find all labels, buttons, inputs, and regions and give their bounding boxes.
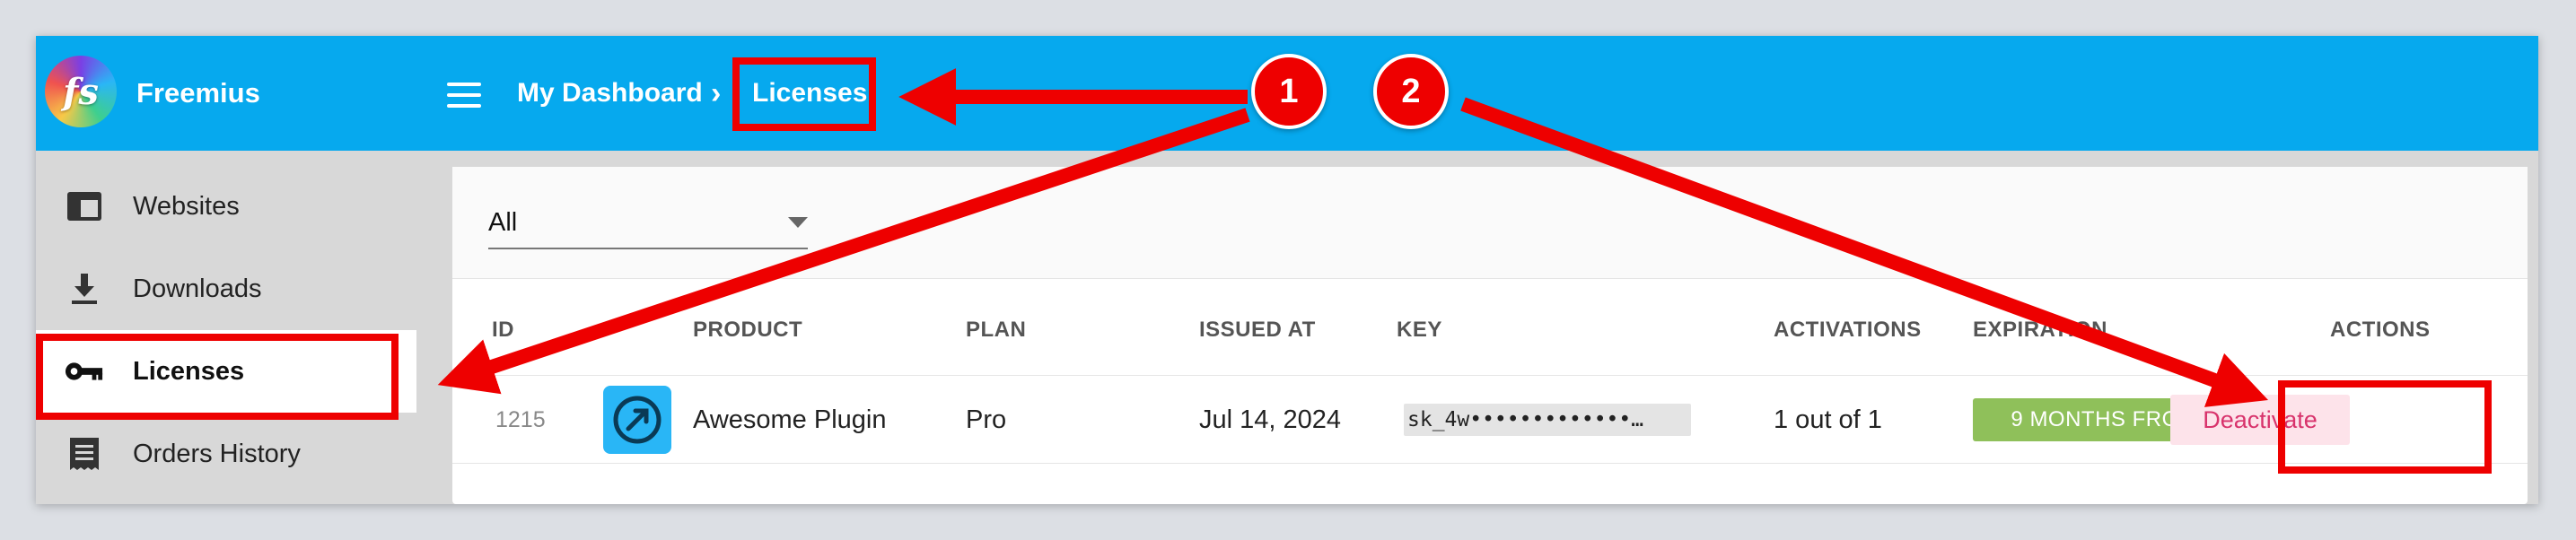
column-header-issued-at: ISSUED AT <box>1199 318 1316 342</box>
sidebar-item-downloads[interactable]: Downloads <box>36 248 416 330</box>
main-content: All ID PRODUCT PLAN ISSUED AT KEY ACTIVA… <box>416 151 2538 504</box>
filter-selected-value: All <box>488 208 518 237</box>
breadcrumb-current: Licenses <box>752 78 868 108</box>
column-header-actions: ACTIONS <box>2330 318 2431 342</box>
download-icon <box>65 269 104 309</box>
sidebar: Websites Downloads Licenses Orders Histo… <box>36 151 416 504</box>
sidebar-item-label: Licenses <box>133 356 245 386</box>
receipt-icon <box>65 434 104 474</box>
callout-1: 1 <box>1251 54 1327 129</box>
issued-date: Jul 14, 2024 <box>1199 405 1342 434</box>
breadcrumb-chevron-icon: › <box>711 75 722 110</box>
sidebar-item-label: Orders History <box>133 439 301 468</box>
sidebar-item-label: Downloads <box>133 274 262 303</box>
deactivate-button[interactable]: Deactivate <box>2170 395 2350 445</box>
website-icon <box>65 187 104 226</box>
table-divider <box>452 375 2528 376</box>
sidebar-item-licenses[interactable]: Licenses <box>36 330 416 413</box>
column-header-key: KEY <box>1397 318 1442 342</box>
license-filter-select[interactable]: All <box>488 203 808 249</box>
filter-bar: All <box>452 167 2528 279</box>
key-icon <box>65 352 104 391</box>
sidebar-item-websites[interactable]: Websites <box>36 165 416 248</box>
caret-down-icon <box>788 217 808 228</box>
activations-count: 1 out of 1 <box>1774 405 1882 434</box>
table-row: 1215 Awesome Plugin Pro Jul 14, 2024 sk_… <box>452 377 2528 463</box>
license-id: 1215 <box>495 406 546 432</box>
column-header-expiration: EXPIRATION <box>1973 318 2107 342</box>
brand-name: Freemius <box>136 77 260 109</box>
column-header-product: PRODUCT <box>693 318 803 342</box>
column-header-id: ID <box>492 318 514 342</box>
sidebar-item-orders-history[interactable]: Orders History <box>36 413 416 495</box>
freemius-logo[interactable]: fs <box>45 56 117 127</box>
breadcrumb-home[interactable]: My Dashboard <box>517 36 703 151</box>
callout-2: 2 <box>1373 54 1449 129</box>
column-header-activations: ACTIVATIONS <box>1774 318 1922 342</box>
license-key[interactable]: sk_4w•••••••••••••… <box>1404 404 1691 436</box>
plan-name: Pro <box>966 405 1007 434</box>
table-divider <box>452 463 2528 464</box>
product-name: Awesome Plugin <box>693 405 887 434</box>
hamburger-menu-icon[interactable] <box>447 83 481 108</box>
logo-text: fs <box>63 70 99 113</box>
column-header-plan: PLAN <box>966 318 1027 342</box>
plugin-product-icon <box>603 386 671 454</box>
licenses-card: All ID PRODUCT PLAN ISSUED AT KEY ACTIVA… <box>452 167 2528 504</box>
sidebar-item-label: Websites <box>133 191 240 221</box>
